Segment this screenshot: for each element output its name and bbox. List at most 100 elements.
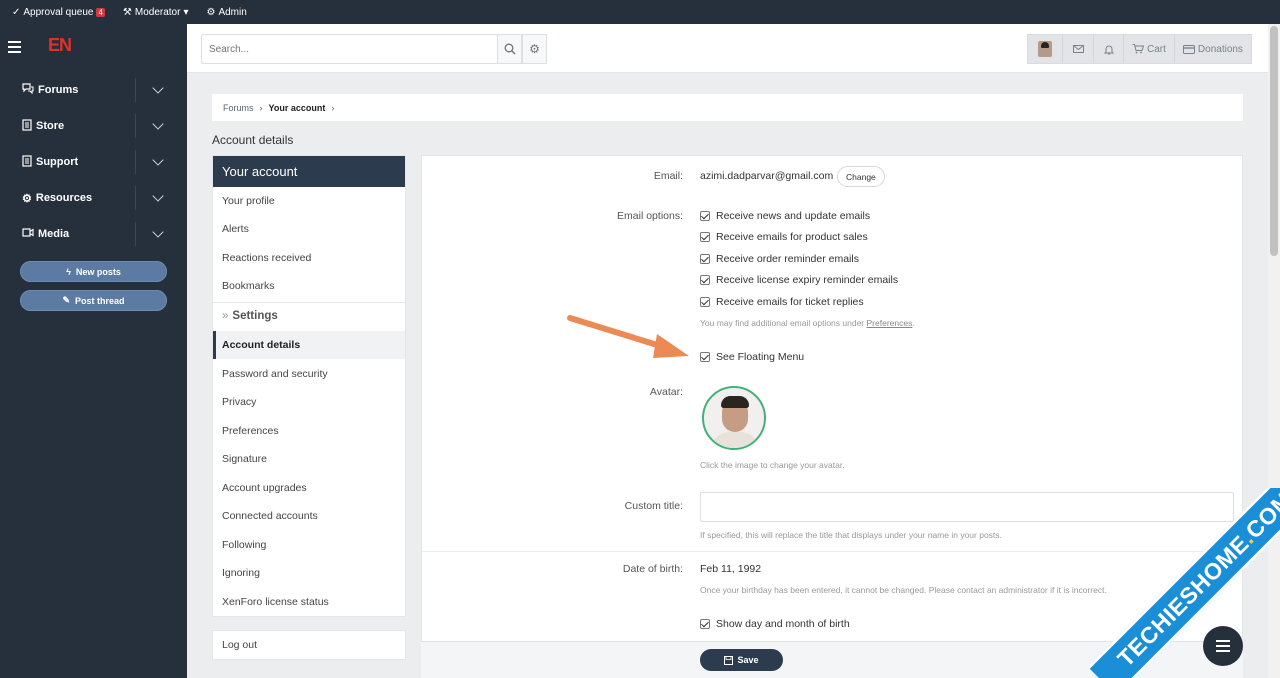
menu-item-reactions-received[interactable]: Reactions received	[213, 244, 405, 272]
edit-icon: ✎	[62, 295, 71, 305]
breadcrumb-separator: ›	[331, 102, 335, 113]
show-dob-checkbox[interactable]: Show day and month of birth	[700, 618, 850, 630]
checkbox-checked-icon	[700, 275, 710, 285]
admin-link[interactable]: ⚙ Admin	[206, 7, 246, 18]
email-options-hint: You may find additional email options un…	[700, 318, 915, 328]
search-button[interactable]	[497, 34, 522, 64]
sidebar-item-store[interactable]: Store	[0, 108, 187, 144]
site-logo[interactable]: EN	[48, 35, 72, 56]
hamburger-menu-icon[interactable]	[8, 41, 21, 56]
change-email-button[interactable]: Change	[837, 166, 885, 187]
menu-item-account-upgrades[interactable]: Account upgrades	[213, 474, 405, 502]
checkbox-label: Receive order reminder emails	[716, 253, 859, 265]
conversations-button[interactable]	[1063, 35, 1094, 63]
custom-title-hint: If specified, this will replace the titl…	[700, 530, 1002, 540]
scrollbar-thumb[interactable]	[1270, 26, 1278, 256]
email-option-checkbox[interactable]: Receive emails for product sales	[700, 231, 868, 243]
admin-label: Admin	[218, 6, 247, 18]
double-chevron-icon: »	[222, 310, 229, 322]
menu-item-bookmarks[interactable]: Bookmarks	[213, 272, 405, 300]
envelope-icon	[1072, 45, 1084, 53]
account-menu-heading[interactable]: Your account	[213, 156, 405, 187]
avatar	[1038, 41, 1052, 57]
divider	[422, 551, 1242, 552]
sidebar-item-support[interactable]: Support	[0, 144, 187, 180]
floating-menu-checkbox[interactable]: See Floating Menu	[700, 351, 804, 363]
chevron-down-icon[interactable]	[152, 118, 164, 130]
sidebar-item-label: Forums	[38, 84, 79, 96]
dob-value: Feb 11, 1992	[700, 563, 762, 575]
menu-item-account-details[interactable]: Account details	[213, 331, 405, 359]
checkbox-label: See Floating Menu	[716, 351, 805, 363]
save-button[interactable]: Save	[700, 649, 783, 671]
hint-text: .	[912, 318, 915, 328]
search-filters-button[interactable]: ⚙	[522, 34, 547, 64]
moderator-menu[interactable]: ⚒ Moderator ▾	[123, 7, 189, 18]
logout-link[interactable]: Log out	[212, 630, 406, 660]
email-option-checkbox[interactable]: Receive order reminder emails	[700, 253, 859, 265]
breadcrumb-item-your-account[interactable]: Your account	[269, 103, 326, 113]
moderator-label: Moderator	[134, 6, 181, 18]
cart-button[interactable]: Cart	[1124, 35, 1175, 63]
menu-item-your-profile[interactable]: Your profile	[213, 187, 405, 215]
sidebar: EN Forums Store Support ⚙ Resources Media…	[0, 24, 187, 678]
email-option-checkbox[interactable]: Receive license expiry reminder emails	[700, 274, 898, 286]
checkbox-checked-icon	[700, 352, 710, 362]
approval-queue-link[interactable]: ✓ Approval queue 4	[12, 7, 105, 18]
breadcrumb: Forums › Your account ›	[212, 94, 1243, 121]
chevron-down-icon[interactable]	[152, 154, 164, 166]
account-menu: Your account Your profile Alerts Reactio…	[212, 155, 406, 617]
sidebar-item-forums[interactable]: Forums	[0, 72, 187, 108]
checkbox-checked-icon	[700, 254, 710, 264]
document-icon	[22, 118, 32, 134]
chevron-down-icon[interactable]	[152, 226, 164, 238]
menu-item-privacy[interactable]: Privacy	[213, 388, 405, 416]
page-scrollbar[interactable]	[1268, 24, 1280, 678]
search-icon	[504, 43, 515, 55]
sidebar-item-label: Support	[36, 156, 79, 168]
chevron-down-icon[interactable]	[152, 82, 164, 94]
alerts-button[interactable]	[1094, 35, 1124, 63]
avatar-label: Avatar:	[649, 386, 683, 398]
save-icon	[724, 655, 734, 665]
caret-down-icon: ▾	[183, 6, 189, 18]
donations-button[interactable]: Donations	[1175, 35, 1251, 63]
breadcrumb-item-forums[interactable]: Forums	[223, 103, 254, 113]
preferences-link[interactable]: Preferences	[867, 318, 913, 328]
menu-section-settings: » Settings	[213, 302, 405, 330]
checkbox-label: Receive emails for ticket replies	[716, 296, 864, 308]
annotation-arrow-icon	[567, 315, 689, 358]
check-icon: ✓	[12, 6, 21, 18]
menu-item-alerts[interactable]: Alerts	[213, 215, 405, 243]
account-avatar-button[interactable]	[1028, 35, 1063, 63]
menu-item-preferences[interactable]: Preferences	[213, 417, 405, 445]
checkbox-label: Receive license expiry reminder emails	[716, 274, 899, 286]
new-posts-button[interactable]: ϟ New posts	[20, 261, 167, 282]
sidebar-item-resources[interactable]: ⚙ Resources	[0, 180, 187, 216]
sidebar-item-label: Media	[38, 228, 70, 240]
menu-item-following[interactable]: Following	[213, 531, 405, 559]
email-option-checkbox[interactable]: Receive news and update emails	[700, 210, 870, 222]
gear-icon: ⚙	[22, 192, 32, 205]
cart-icon	[1132, 44, 1144, 54]
video-icon	[22, 228, 34, 240]
avatar-hint: Click the image to change your avatar.	[700, 460, 845, 470]
email-option-checkbox[interactable]: Receive emails for ticket replies	[700, 296, 864, 308]
menu-item-password-security[interactable]: Password and security	[213, 360, 405, 388]
menu-item-ignoring[interactable]: Ignoring	[213, 559, 405, 587]
sidebar-item-media[interactable]: Media	[0, 216, 187, 252]
gear-icon: ⚙	[529, 42, 540, 56]
menu-item-connected-accounts[interactable]: Connected accounts	[213, 502, 405, 530]
post-thread-button[interactable]: ✎ Post thread	[20, 290, 167, 311]
dob-label: Date of birth:	[622, 563, 683, 575]
breadcrumb-separator: ›	[259, 102, 263, 113]
menu-item-signature[interactable]: Signature	[213, 445, 405, 473]
menu-item-xenforo-license[interactable]: XenForo license status	[213, 588, 405, 616]
search-input[interactable]	[201, 34, 498, 64]
form-submit-bar	[421, 641, 1243, 678]
floating-menu-button[interactable]	[1203, 626, 1243, 666]
avatar[interactable]	[702, 386, 766, 450]
custom-title-input[interactable]	[700, 492, 1234, 522]
save-label: Save	[737, 655, 759, 665]
chevron-down-icon[interactable]	[152, 190, 164, 202]
